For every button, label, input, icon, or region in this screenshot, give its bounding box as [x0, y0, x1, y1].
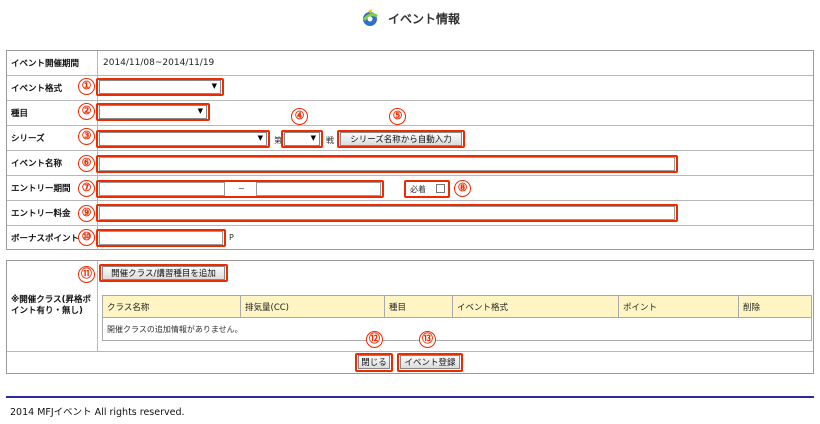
col-format: イベント格式 — [453, 296, 619, 317]
col-point: ポイント — [619, 296, 739, 317]
chevron-down-icon: ▼ — [211, 82, 217, 90]
footer-rule — [6, 396, 814, 398]
format-select[interactable]: ▼ — [99, 80, 221, 94]
chevron-down-icon: ▼ — [197, 107, 203, 115]
chevron-down-icon: ▼ — [257, 134, 263, 142]
series-auto-fill-button[interactable]: シリーズ名称から自動入力 — [340, 132, 462, 146]
period-value: 2014/11/08~2014/11/19 — [103, 58, 215, 68]
required-checkbox[interactable] — [436, 184, 445, 193]
classes-empty-message: 開催クラスの追加情報がありません。 — [107, 325, 243, 334]
marker-9: ⑨ — [78, 205, 95, 222]
col-displacement: 排気量(CC) — [241, 296, 385, 317]
marker-12: ⑫ — [366, 331, 383, 348]
series-select[interactable]: ▼ — [99, 132, 267, 146]
bonus-point-unit: P — [229, 233, 234, 242]
event-logo-icon — [362, 9, 378, 26]
marker-13: ⑬ — [419, 331, 436, 348]
marker-3: ③ — [78, 128, 95, 145]
category-select[interactable]: ▼ — [99, 105, 207, 119]
classes-table-header: クラス名称 排気量(CC) 種目 イベント格式 ポイント 削除 — [103, 296, 811, 318]
event-name-input[interactable] — [99, 157, 675, 171]
entry-end-input[interactable] — [256, 182, 381, 196]
close-button[interactable]: 閉じる — [358, 355, 390, 369]
add-class-button[interactable]: 開催クラス/講習種目を追加 — [102, 266, 225, 280]
required-label: 必着 — [410, 185, 426, 194]
page-title: イベント情報 — [387, 11, 460, 26]
marker-7: ⑦ — [78, 180, 95, 197]
entry-start-input[interactable] — [99, 182, 225, 196]
bonus-point-input[interactable] — [99, 231, 223, 245]
period-label: イベント開催期間 — [7, 51, 98, 75]
series-round-suffix: 戦 — [326, 136, 334, 145]
marker-6: ⑥ — [78, 155, 95, 172]
register-event-button[interactable]: イベント登録 — [400, 355, 460, 369]
marker-1: ① — [78, 78, 95, 95]
col-delete: 削除 — [743, 302, 761, 313]
row-period: イベント開催期間 2014/11/08~2014/11/19 — [7, 51, 813, 75]
classes-table: クラス名称 排気量(CC) 種目 イベント格式 ポイント 削除 開催クラスの追加… — [102, 295, 812, 341]
col-category: 種目 — [385, 296, 453, 317]
marker-11: ⑪ — [78, 266, 95, 283]
marker-8: ⑧ — [454, 180, 471, 197]
chevron-down-icon: ▼ — [310, 134, 316, 142]
entry-fee-input[interactable] — [99, 206, 675, 220]
footer-text: 2014 MFJイベント All rights reserved. — [10, 407, 185, 418]
entry-period-separator: ~ — [238, 184, 245, 193]
col-class-name: クラス名称 — [103, 296, 241, 317]
marker-10: ⑩ — [78, 229, 95, 246]
round-select[interactable]: ▼ — [284, 132, 320, 146]
marker-4: ④ — [291, 108, 308, 125]
marker-2: ② — [78, 103, 95, 120]
marker-5: ⑤ — [389, 108, 406, 125]
page-header: イベント情報 — [0, 4, 820, 32]
